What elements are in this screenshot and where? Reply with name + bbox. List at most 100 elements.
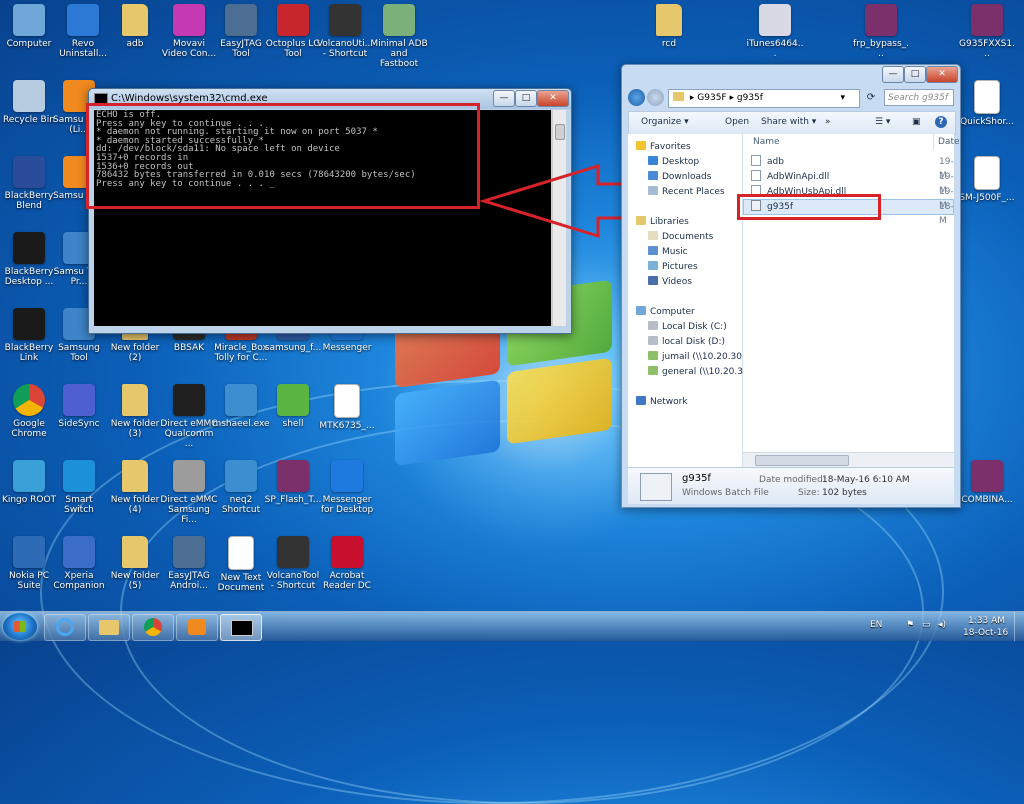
nav-item-documents[interactable]: Documents [648, 230, 713, 244]
refresh-button[interactable]: ⟳ [862, 89, 880, 106]
back-button[interactable] [628, 89, 645, 106]
maximize-button[interactable]: □ [515, 90, 537, 107]
desktop-icon-folder[interactable]: adb [106, 4, 164, 49]
explorer-window[interactable]: — □ ✕ ▸ G935F ▸ g935f ▾ ⟳ Search g935f O… [621, 64, 961, 508]
desktop-icon-globe[interactable]: neq2 Shortcut [212, 460, 270, 515]
nav-favorites-header[interactable]: Favorites [636, 140, 691, 154]
desktop-icon-document[interactable]: MTK6735_... [318, 384, 376, 431]
desktop-icon-minimal-adb[interactable]: Minimal ADB and Fastboot [370, 4, 428, 69]
nav-item-recent-places[interactable]: Recent Places [648, 185, 725, 199]
share-with-menu[interactable]: Share with ▾ [761, 117, 816, 127]
scrollbar-thumb[interactable] [755, 455, 849, 466]
start-button[interactable] [3, 613, 37, 640]
close-button[interactable]: ✕ [537, 90, 569, 107]
desktop-icon-movavi[interactable]: Movavi Video Con... [160, 4, 218, 59]
desktop-icon-easyjtag[interactable]: EasyJTAG Tool [212, 4, 270, 59]
desktop-icon-sidesync[interactable]: SideSync [50, 384, 108, 429]
file-row[interactable]: adb [751, 155, 784, 169]
show-desktop-button[interactable] [1014, 612, 1024, 641]
preview-pane-icon[interactable]: ▣ [912, 117, 921, 127]
desktop-icon-winrar[interactable]: frp_bypass_... [852, 4, 910, 59]
scrollbar-thumb[interactable] [555, 124, 565, 140]
file-row[interactable]: AdbWinApi.dll [751, 170, 829, 184]
itunes-setup-icon [759, 4, 791, 36]
column-header-name[interactable]: Name [753, 137, 780, 147]
desktop-icon-folder[interactable]: rcd [640, 4, 698, 49]
media-player-icon [188, 619, 206, 635]
nav-item-drive[interactable]: Local Disk (C:) [648, 320, 727, 334]
taskbar-cmd-button[interactable] [220, 614, 262, 641]
desktop-icon-folder[interactable]: New folder (3) [106, 384, 164, 439]
nav-computer-header[interactable]: Computer [636, 305, 695, 319]
taskbar-explorer-button[interactable] [88, 614, 130, 641]
desktop-icon-emmc-samsung[interactable]: Direct eMMC Samsung Fi... [160, 460, 218, 525]
explorer-maximize-button[interactable]: □ [904, 66, 926, 83]
desktop-icon-smart-switch[interactable]: Smart Switch [50, 460, 108, 515]
desktop-icon-easyjtag-android[interactable]: EasyJTAG Androi... [160, 536, 218, 591]
hard-drive-icon [648, 336, 658, 345]
breadcrumb-item[interactable]: g935f [737, 93, 763, 103]
downloads-icon [648, 171, 658, 180]
taskbar-media-player-button[interactable] [176, 614, 218, 641]
desktop-icon-winrar[interactable]: SP_Flash_T... [264, 460, 322, 505]
desktop-icon-volcano[interactable]: VolcanoUti... - Shortcut [316, 4, 374, 59]
nav-item-network-drive[interactable]: general (\\10.20.30.8 [648, 365, 757, 379]
taskbar-ie-button[interactable] [44, 614, 86, 641]
desktop-icon-globe[interactable]: mshaeel.exe [212, 384, 270, 429]
nav-libraries-header[interactable]: Libraries [636, 215, 689, 229]
desktop-icon-shell[interactable]: shell [264, 384, 322, 429]
desktop-icon-emmc[interactable]: Direct eMMC Qualcomm ... [160, 384, 218, 449]
desktop-icon-xperia[interactable]: Xperia Companion [50, 536, 108, 591]
taskbar-chrome-button[interactable] [132, 614, 174, 641]
column-header-date[interactable]: Date [938, 137, 960, 147]
forward-button[interactable] [647, 89, 664, 106]
easyjtag-icon [225, 4, 257, 36]
language-indicator[interactable]: EN [870, 620, 882, 630]
nav-item-downloads[interactable]: Downloads [648, 170, 711, 184]
network-icon [636, 396, 646, 405]
desktop-icon-acrobat[interactable]: Acrobat Reader DC [318, 536, 376, 591]
desktop-icon-revo-uninstaller[interactable]: Revo Uninstall... [54, 4, 112, 59]
desktop-icon-winrar[interactable]: COMBINA... [958, 460, 1016, 505]
organize-menu[interactable]: Organize ▾ [641, 117, 689, 127]
nav-item-music[interactable]: Music [648, 245, 688, 259]
nav-item-pictures[interactable]: Pictures [648, 260, 698, 274]
clock-date[interactable]: 18-Oct-16 [963, 628, 1008, 638]
desktop-icon-itunes-setup[interactable]: iTunes6464... [746, 4, 804, 59]
desktop-icon-folder[interactable]: New folder (4) [106, 460, 164, 515]
address-bar[interactable]: ▸ G935F ▸ g935f ▾ [668, 89, 860, 108]
highlight-box-g935f [737, 194, 881, 220]
horizontal-scrollbar[interactable] [743, 452, 954, 467]
minimize-button[interactable]: — [493, 90, 515, 107]
desktop-icon-folder[interactable]: New folder (5) [106, 536, 164, 591]
desktop-icon-computer[interactable]: Computer [0, 4, 58, 49]
more-options-button[interactable]: » [825, 117, 831, 127]
internet-explorer-icon [56, 618, 74, 636]
nav-item-desktop[interactable]: Desktop [648, 155, 699, 169]
nav-network-header[interactable]: Network [636, 395, 688, 409]
nav-item-drive[interactable]: local Disk (D:) [648, 335, 725, 349]
clock-time[interactable]: 1:33 AM [968, 616, 1005, 626]
desktop-icon-winrar[interactable]: G935FXXS1... [958, 4, 1016, 59]
desktop-icon-document[interactable]: SM-J500F_... [958, 156, 1016, 203]
tray-monitor-icon[interactable]: ▭ [922, 620, 931, 630]
tray-flag-icon[interactable]: ⚑ [906, 620, 914, 630]
desktop-icon-messenger[interactable]: Messenger for Desktop [318, 460, 376, 515]
help-icon[interactable]: ? [935, 116, 947, 128]
explorer-close-button[interactable]: ✕ [926, 66, 958, 83]
nav-item-videos[interactable]: Videos [648, 275, 692, 289]
desktop-icon-octoplus[interactable]: Octoplus LG Tool [264, 4, 322, 59]
octoplus-icon [277, 4, 309, 36]
search-input[interactable]: Search g935f [884, 89, 954, 106]
open-button[interactable]: Open [725, 117, 749, 127]
view-options-icon[interactable]: ☰ ▾ [875, 117, 890, 127]
explorer-minimize-button[interactable]: — [882, 66, 904, 83]
breadcrumb-item[interactable]: G935F [697, 93, 726, 103]
tray-volume-icon[interactable]: ◂) [938, 620, 946, 630]
chevron-down-icon[interactable]: ▾ [840, 90, 845, 106]
desktop-icon-text-document[interactable]: New Text Document [212, 536, 270, 593]
nav-item-network-drive[interactable]: jumail (\\10.20.30.80 [648, 350, 756, 364]
desktop-icon-volcano[interactable]: VolcanoTool - Shortcut [264, 536, 322, 591]
desktop-icon-document[interactable]: QuickShor... [958, 80, 1016, 127]
desktop-icon-label: VolcanoTool - Shortcut [266, 571, 320, 591]
